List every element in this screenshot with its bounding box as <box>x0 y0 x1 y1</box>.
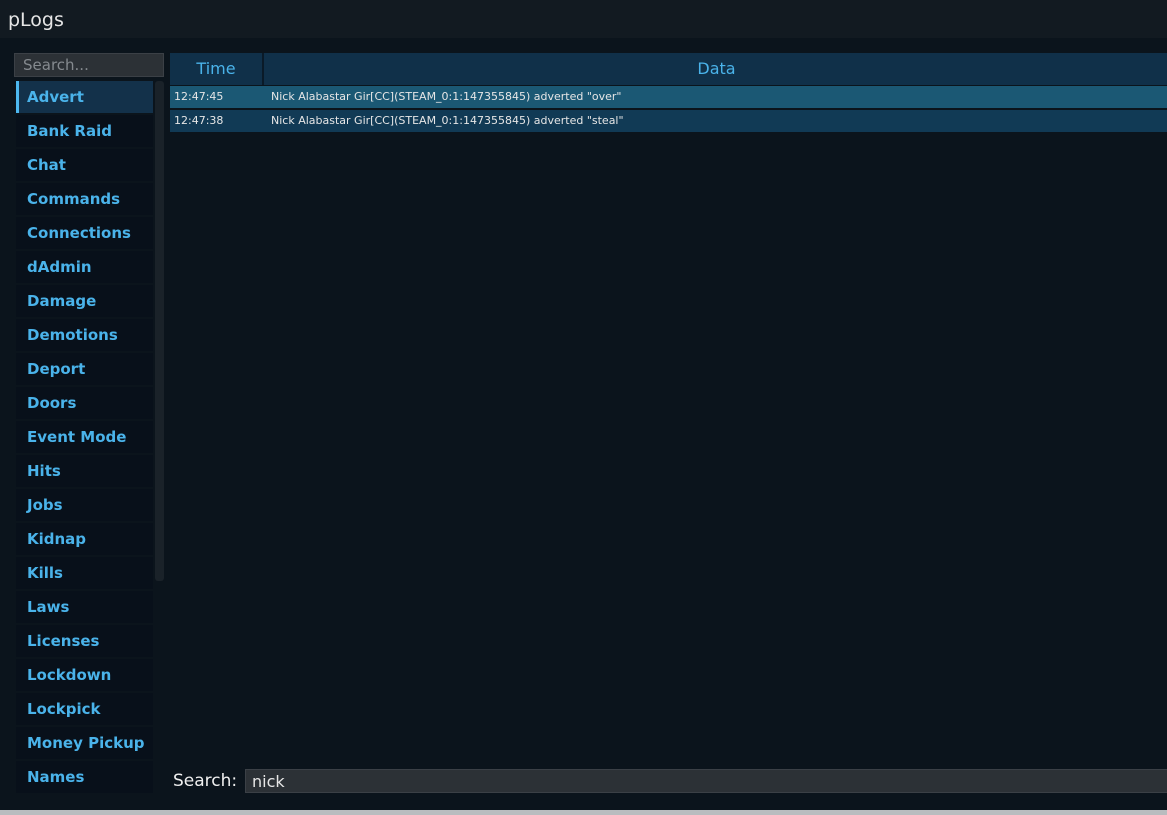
window-title: pLogs <box>8 9 64 31</box>
category-item-connections[interactable]: Connections <box>16 217 153 249</box>
category-label: Lockpick <box>27 700 101 718</box>
log-search-label: Search: <box>173 771 238 791</box>
category-label: Commands <box>27 190 121 208</box>
category-label: Money Pickup <box>27 734 145 752</box>
category-item-money-pickup[interactable]: Money Pickup <box>16 727 153 759</box>
category-label: Jobs <box>27 496 63 514</box>
table-row[interactable]: 12:47:45 Nick Alabastar Gir[CC](STEAM_0:… <box>170 86 1167 108</box>
category-item-advert[interactable]: Advert <box>16 81 153 113</box>
cell-data: Nick Alabastar Gir[CC](STEAM_0:1:1473558… <box>271 90 622 103</box>
category-label: Laws <box>27 598 70 616</box>
category-label: Chat <box>27 156 66 174</box>
category-label: Connections <box>27 224 131 242</box>
category-item-laws[interactable]: Laws <box>16 591 153 623</box>
category-item-hits[interactable]: Hits <box>16 455 153 487</box>
category-label: Hits <box>27 462 61 480</box>
category-item-jobs[interactable]: Jobs <box>16 489 153 521</box>
category-item-kidnap[interactable]: Kidnap <box>16 523 153 555</box>
category-label: Names <box>27 768 85 786</box>
category-label: Kills <box>27 564 63 582</box>
category-item-licenses[interactable]: Licenses <box>16 625 153 657</box>
category-label: Doors <box>27 394 77 412</box>
category-item-deport[interactable]: Deport <box>16 353 153 385</box>
category-label: Demotions <box>27 326 118 344</box>
title-bar[interactable]: pLogs <box>0 0 1167 38</box>
category-item-names[interactable]: Names <box>16 761 153 793</box>
category-item-dadmin[interactable]: dAdmin <box>16 251 153 283</box>
cell-time: 12:47:45 <box>174 90 224 103</box>
category-item-commands[interactable]: Commands <box>16 183 153 215</box>
category-label: Advert <box>27 88 84 106</box>
cell-data: Nick Alabastar Gir[CC](STEAM_0:1:1473558… <box>271 114 624 127</box>
category-label: Kidnap <box>27 530 87 548</box>
category-item-bank-raid[interactable]: Bank Raid <box>16 115 153 147</box>
category-label: Deport <box>27 360 86 378</box>
category-item-doors[interactable]: Doors <box>16 387 153 419</box>
column-header-data[interactable]: Data <box>266 53 1167 85</box>
category-item-kills[interactable]: Kills <box>16 557 153 589</box>
category-item-lockdown[interactable]: Lockdown <box>16 659 153 691</box>
category-item-lockpick[interactable]: Lockpick <box>16 693 153 725</box>
log-search-input[interactable] <box>245 769 1167 793</box>
category-scrollbar[interactable] <box>155 81 164 581</box>
category-label: Event Mode <box>27 428 127 446</box>
plogs-window: pLogs Advert Bank Raid Chat Commands Con… <box>0 0 1167 810</box>
category-item-damage[interactable]: Damage <box>16 285 153 317</box>
category-item-chat[interactable]: Chat <box>16 149 153 181</box>
category-search-input[interactable] <box>14 53 164 77</box>
cell-time: 12:47:38 <box>174 114 224 127</box>
category-list: Advert Bank Raid Chat Commands Connectio… <box>16 81 153 797</box>
category-label: dAdmin <box>27 258 92 276</box>
category-label: Lockdown <box>27 666 112 684</box>
category-label: Licenses <box>27 632 100 650</box>
category-label: Bank Raid <box>27 122 112 140</box>
column-header-time[interactable]: Time <box>170 53 264 85</box>
category-label: Damage <box>27 292 97 310</box>
table-header: Time Data <box>170 53 1167 85</box>
table-row[interactable]: 12:47:38 Nick Alabastar Gir[CC](STEAM_0:… <box>170 110 1167 132</box>
category-item-event-mode[interactable]: Event Mode <box>16 421 153 453</box>
category-item-demotions[interactable]: Demotions <box>16 319 153 351</box>
